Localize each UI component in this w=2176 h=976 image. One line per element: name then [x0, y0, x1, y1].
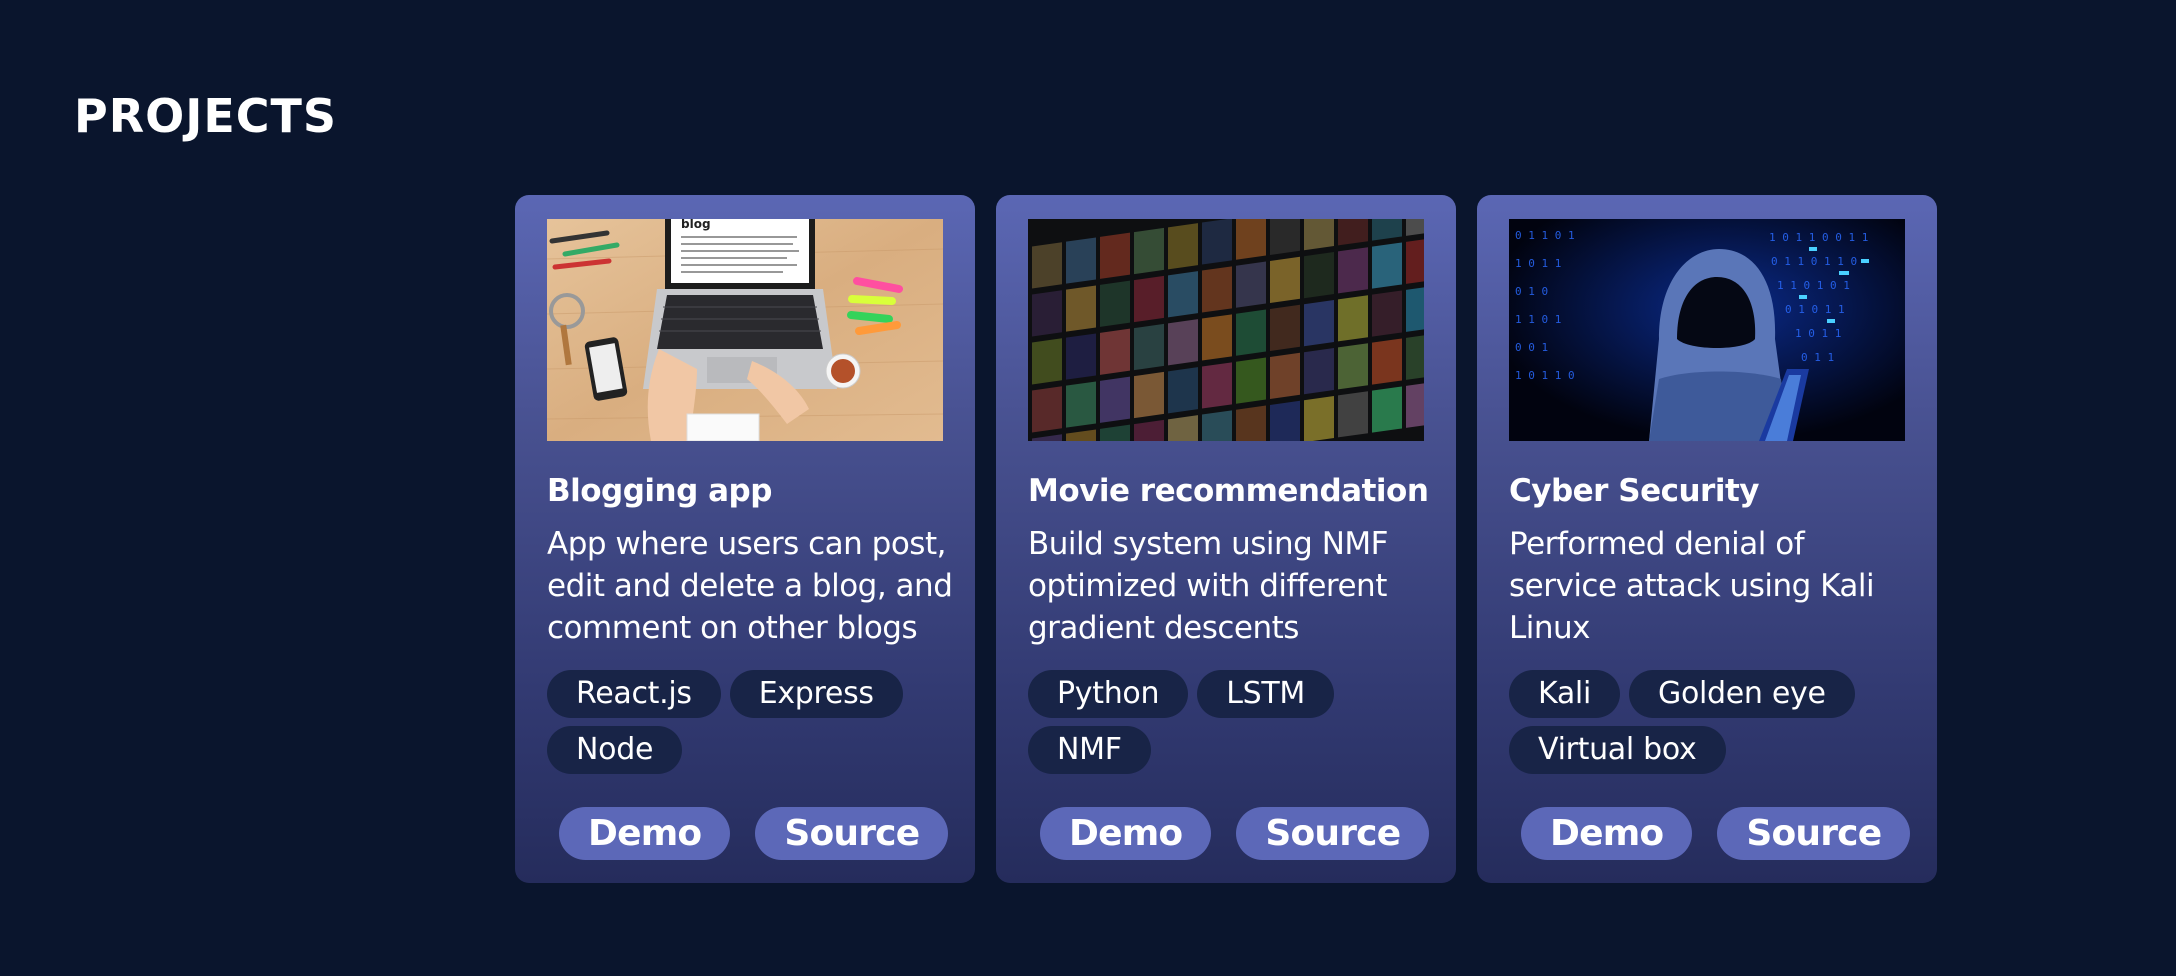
demo-button[interactable]: Demo [559, 807, 731, 860]
tech-tag: NMF [1028, 726, 1151, 774]
project-image-cyber-security: 0 1 1 0 1 1 0 1 1 0 1 0 1 1 0 1 0 0 1 1 … [1509, 219, 1905, 441]
svg-text:0 1 1 0 1: 0 1 1 0 1 [1515, 229, 1575, 242]
svg-text:1 1 0 1 0 1: 1 1 0 1 0 1 [1777, 279, 1850, 292]
project-description: Build system using NMF optimized with di… [1028, 526, 1388, 646]
project-card-cyber-security: 0 1 1 0 1 1 0 1 1 0 1 0 1 1 0 1 0 0 1 1 … [1477, 195, 1937, 883]
project-title: Cyber Security [1509, 473, 1760, 509]
project-actions: Demo Source [1521, 807, 1911, 860]
tech-tag: Virtual box [1509, 726, 1726, 774]
svg-text:1 0 1 1 0: 1 0 1 1 0 [1515, 369, 1575, 382]
section-title: PROJECTS [74, 89, 338, 143]
tech-tag: React.js [547, 670, 721, 718]
svg-text:0 1 1 0 1 1 0: 0 1 1 0 1 1 0 [1771, 255, 1857, 268]
tech-tag: LSTM [1197, 670, 1334, 718]
tech-tags: React.js Express Node [547, 670, 957, 774]
svg-text:0 1 1: 0 1 1 [1801, 351, 1834, 364]
blog-laptop-image: blog [547, 219, 943, 441]
svg-text:1 0 1 1: 1 0 1 1 [1795, 327, 1841, 340]
svg-text:0 1 0: 0 1 0 [1515, 285, 1548, 298]
tech-tag: Python [1028, 670, 1189, 718]
project-card-movie-recommendation: Movie recommendation Build system using … [996, 195, 1456, 883]
movie-posters-image [1028, 219, 1424, 441]
project-actions: Demo Source [1040, 807, 1430, 860]
tech-tags: Kali Golden eye Virtual box [1509, 670, 1919, 774]
project-description: Performed denial of service attack using… [1509, 526, 1875, 646]
hooded-hacker-image: 0 1 1 0 1 1 0 1 1 0 1 0 1 1 0 1 0 0 1 1 … [1509, 219, 1905, 441]
source-button[interactable]: Source [1236, 807, 1430, 860]
project-actions: Demo Source [559, 807, 949, 860]
svg-text:0 0 1: 0 0 1 [1515, 341, 1548, 354]
project-title: Movie recommendation [1028, 473, 1429, 509]
projects-grid: blog Blogging app App where users can po… [515, 195, 1937, 883]
svg-text:1 0 1 1: 1 0 1 1 [1515, 257, 1561, 270]
tech-tags: Python LSTM NMF [1028, 670, 1438, 774]
svg-text:1 0 1 1 0 0 1 1: 1 0 1 1 0 0 1 1 [1769, 231, 1868, 244]
svg-text:blog: blog [681, 219, 711, 231]
demo-button[interactable]: Demo [1521, 807, 1693, 860]
svg-text:0 1 0 1 1: 0 1 0 1 1 [1785, 303, 1845, 316]
tech-tag: Express [729, 670, 903, 718]
tech-tag: Golden eye [1629, 670, 1855, 718]
project-image-blogging-app: blog [547, 219, 943, 441]
tech-tag: Kali [1509, 670, 1620, 718]
project-image-movie-recommendation [1028, 219, 1424, 441]
project-card-blogging-app: blog Blogging app App where users can po… [515, 195, 975, 883]
project-title: Blogging app [547, 473, 772, 509]
tech-tag: Node [547, 726, 683, 774]
svg-text:1 1 0 1: 1 1 0 1 [1515, 313, 1561, 326]
source-button[interactable]: Source [1717, 807, 1911, 860]
demo-button[interactable]: Demo [1040, 807, 1212, 860]
project-description: App where users can post, edit and delet… [547, 526, 953, 646]
source-button[interactable]: Source [755, 807, 949, 860]
